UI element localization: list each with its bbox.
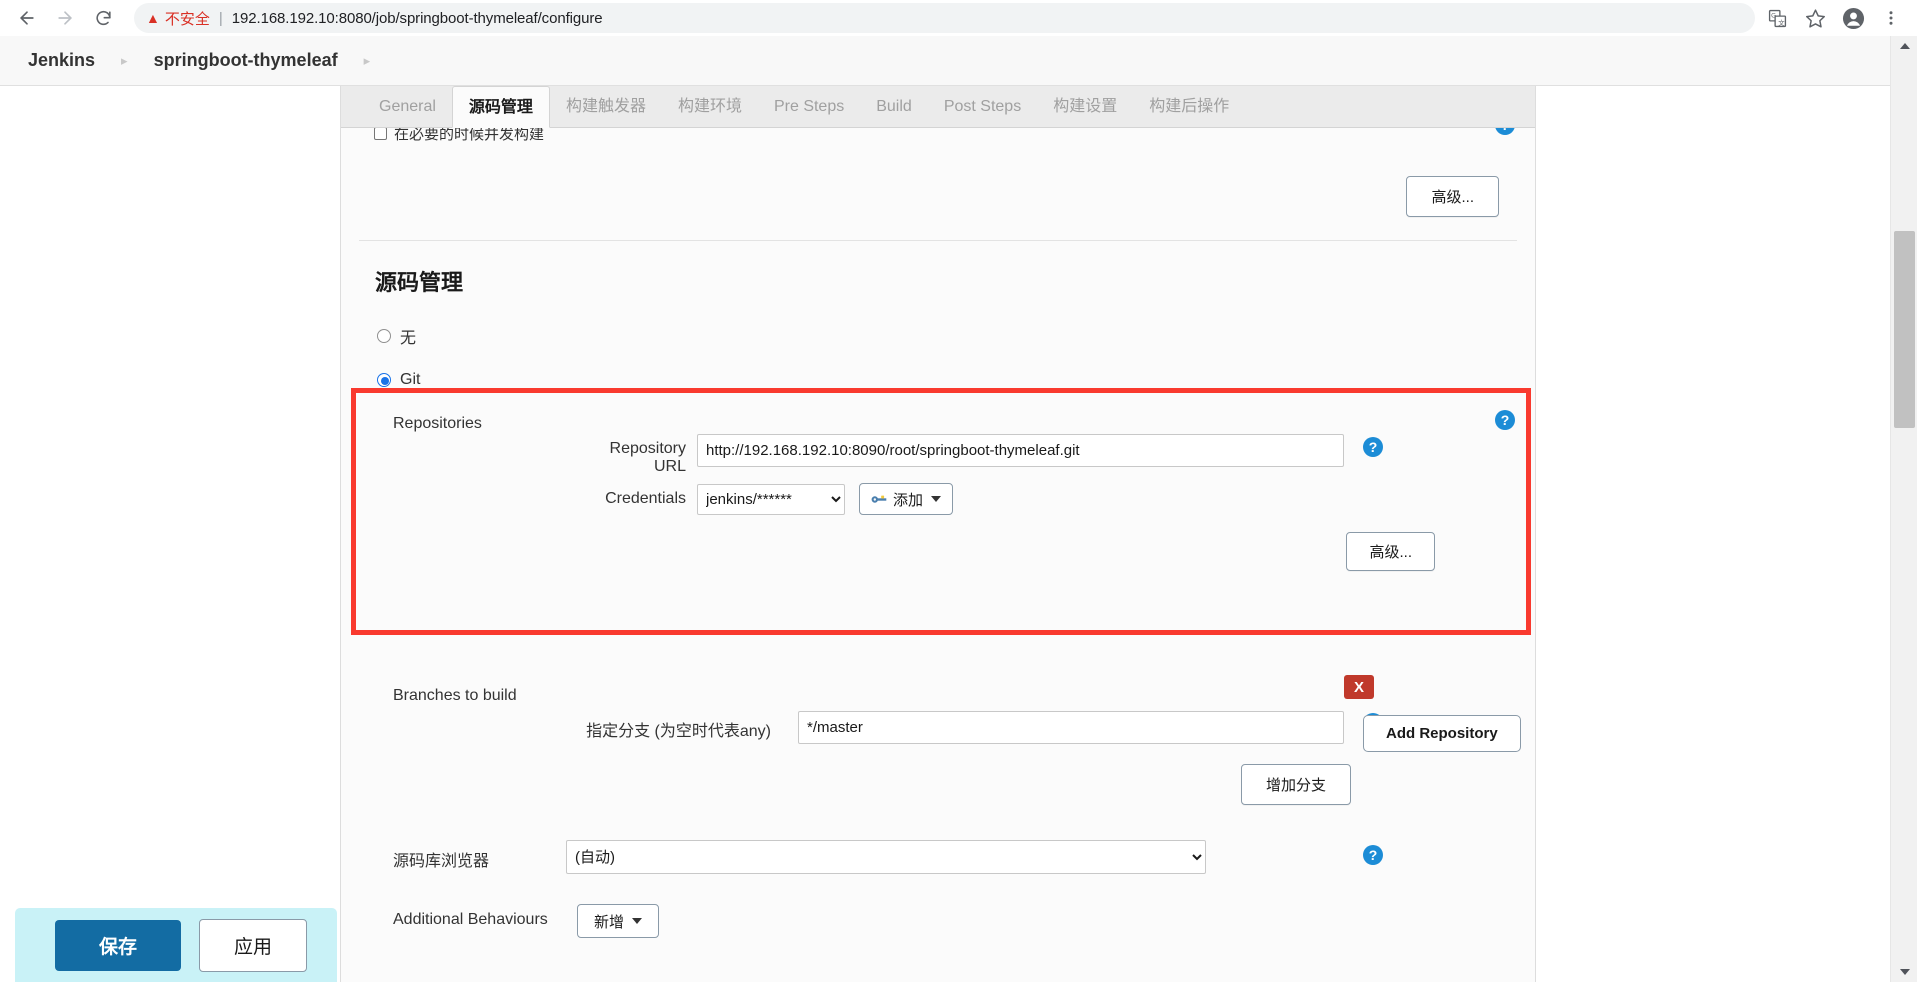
repositories-label: Repositories	[393, 415, 482, 432]
back-button[interactable]	[8, 0, 46, 36]
additional-behaviours-label: Additional Behaviours	[393, 911, 548, 928]
repository-browser-select[interactable]: (自动)	[566, 840, 1206, 874]
config-tab-strip: General 源码管理 构建触发器 构建环境 Pre Steps Build …	[341, 86, 1535, 128]
browser-toolbar: ▲ 不安全 | 192.168.192.10:8080/job/springbo…	[0, 0, 1917, 36]
account-avatar-icon[interactable]	[1837, 2, 1869, 34]
svg-text:G: G	[1771, 12, 1776, 19]
breadcrumb-separator-icon-2: ▸	[363, 52, 371, 68]
repositories-help-icon[interactable]: ?	[1495, 410, 1515, 430]
delete-branch-button[interactable]: X	[1344, 675, 1374, 699]
page-body: General 源码管理 构建触发器 构建环境 Pre Steps Build …	[0, 86, 1890, 982]
repository-browser-label: 源码库浏览器	[393, 853, 490, 870]
top-advanced-row: 高级...	[341, 156, 1535, 240]
add-credentials-label: 添加	[893, 491, 924, 509]
add-repository-button[interactable]: Add Repository	[1363, 715, 1521, 752]
chevron-down-icon	[931, 496, 942, 502]
omnibox-divider: |	[218, 9, 223, 27]
add-credentials-button[interactable]: 添加	[859, 483, 954, 515]
reload-icon	[95, 10, 111, 25]
tab-pre-steps[interactable]: Pre Steps	[758, 86, 860, 127]
tab-build[interactable]: Build	[860, 86, 928, 127]
browser-action-icons: G 文	[1761, 2, 1907, 34]
repository-browser-help-icon[interactable]: ?	[1363, 845, 1383, 865]
concurrent-build-label: 在必要的时候并发构建	[394, 128, 545, 143]
apply-button[interactable]: 应用	[199, 918, 308, 972]
jenkins-header: Jenkins ▸ springboot-thymeleaf ▸	[0, 36, 1890, 86]
radio-none[interactable]	[377, 329, 391, 343]
scrollbar-up-button[interactable]	[1891, 36, 1917, 56]
configure-panel: General 源码管理 构建触发器 构建环境 Pre Steps Build …	[340, 86, 1536, 982]
repository-browser-block: 源码库浏览器 (自动) ?	[341, 837, 1535, 899]
concurrent-build-checkbox[interactable]	[374, 128, 387, 140]
concurrent-build-help-icon[interactable]: ?	[1495, 128, 1515, 135]
chevron-down-icon-3	[1899, 969, 1910, 975]
branch-specifier-input[interactable]	[798, 711, 1344, 744]
scm-form: 在必要的时候并发构建 ? 高级... 源码管理 无 Git	[341, 128, 1535, 959]
tab-build-environment[interactable]: 构建环境	[662, 86, 758, 127]
tab-scm[interactable]: 源码管理	[451, 86, 550, 128]
save-bar: 保存 应用	[15, 908, 337, 982]
scm-section-title: 源码管理	[375, 270, 464, 295]
repositories-block: Repositories ? Repository URL ? Credenti…	[341, 407, 1535, 571]
scm-option-git[interactable]: Git	[341, 365, 1535, 395]
arrow-right-icon	[58, 11, 72, 25]
tab-build-settings[interactable]: 构建设置	[1037, 86, 1133, 127]
insecure-warning-icon: ▲	[146, 10, 160, 26]
chevron-up-icon	[1899, 43, 1910, 49]
branch-specifier-label: 指定分支 (为空时代表any)	[586, 723, 771, 740]
scm-option-none[interactable]: 无	[341, 321, 1535, 351]
url-text: 192.168.192.10:8080/job/springboot-thyme…	[231, 9, 603, 27]
save-button[interactable]: 保存	[55, 919, 182, 971]
arrow-left-icon	[20, 11, 34, 25]
credentials-select[interactable]: jenkins/******	[697, 484, 845, 515]
add-branch-button[interactable]: 增加分支	[1241, 764, 1352, 805]
branches-block: Branches to build X 指定分支 (为空时代表any) ? 增加…	[341, 675, 1535, 837]
tab-post-steps[interactable]: Post Steps	[928, 86, 1037, 127]
translate-icon[interactable]: G 文	[1761, 2, 1793, 34]
page-scrollbar[interactable]	[1890, 36, 1917, 982]
radio-git-label: Git	[400, 371, 421, 388]
add-behaviour-label: 新增	[594, 913, 625, 931]
tab-post-build-actions[interactable]: 构建后操作	[1133, 86, 1245, 127]
forward-button[interactable]	[46, 0, 84, 36]
radio-git[interactable]	[377, 373, 391, 387]
breadcrumb: Jenkins ▸ springboot-thymeleaf ▸	[0, 50, 392, 71]
radio-none-label: 无	[400, 330, 417, 347]
address-bar[interactable]: ▲ 不安全 | 192.168.192.10:8080/job/springbo…	[134, 3, 1755, 33]
credentials-label: Credentials	[605, 490, 686, 507]
breadcrumb-item-job[interactable]: springboot-thymeleaf	[150, 50, 342, 71]
concurrent-build-row: 在必要的时候并发构建 ?	[341, 128, 1535, 156]
breadcrumb-item-jenkins[interactable]: Jenkins	[24, 50, 99, 71]
reload-button[interactable]	[84, 0, 122, 36]
svg-text:文: 文	[1778, 17, 1785, 26]
scrollbar-thumb[interactable]	[1894, 231, 1915, 428]
repository-url-label: Repository URL	[609, 440, 686, 475]
top-advanced-button[interactable]: 高级...	[1406, 176, 1499, 217]
insecure-warning-text: 不安全	[164, 10, 210, 28]
three-dot-menu-icon[interactable]	[1875, 2, 1907, 34]
breadcrumb-separator-icon: ▸	[121, 52, 128, 68]
key-icon	[871, 495, 887, 503]
branches-to-build-label: Branches to build	[393, 687, 517, 704]
additional-behaviours-block: Additional Behaviours 新增	[341, 899, 1535, 959]
bookmark-star-icon[interactable]	[1799, 2, 1831, 34]
add-behaviour-button[interactable]: 新增	[577, 904, 660, 938]
repository-url-input[interactable]	[697, 434, 1344, 467]
repository-url-help-icon[interactable]: ?	[1363, 437, 1383, 457]
tab-general[interactable]: General	[363, 86, 452, 127]
repository-advanced-button[interactable]: 高级...	[1346, 532, 1435, 571]
chevron-down-icon-2	[632, 918, 643, 924]
scrollbar-down-button[interactable]	[1891, 962, 1917, 982]
tab-build-triggers[interactable]: 构建触发器	[550, 86, 662, 127]
